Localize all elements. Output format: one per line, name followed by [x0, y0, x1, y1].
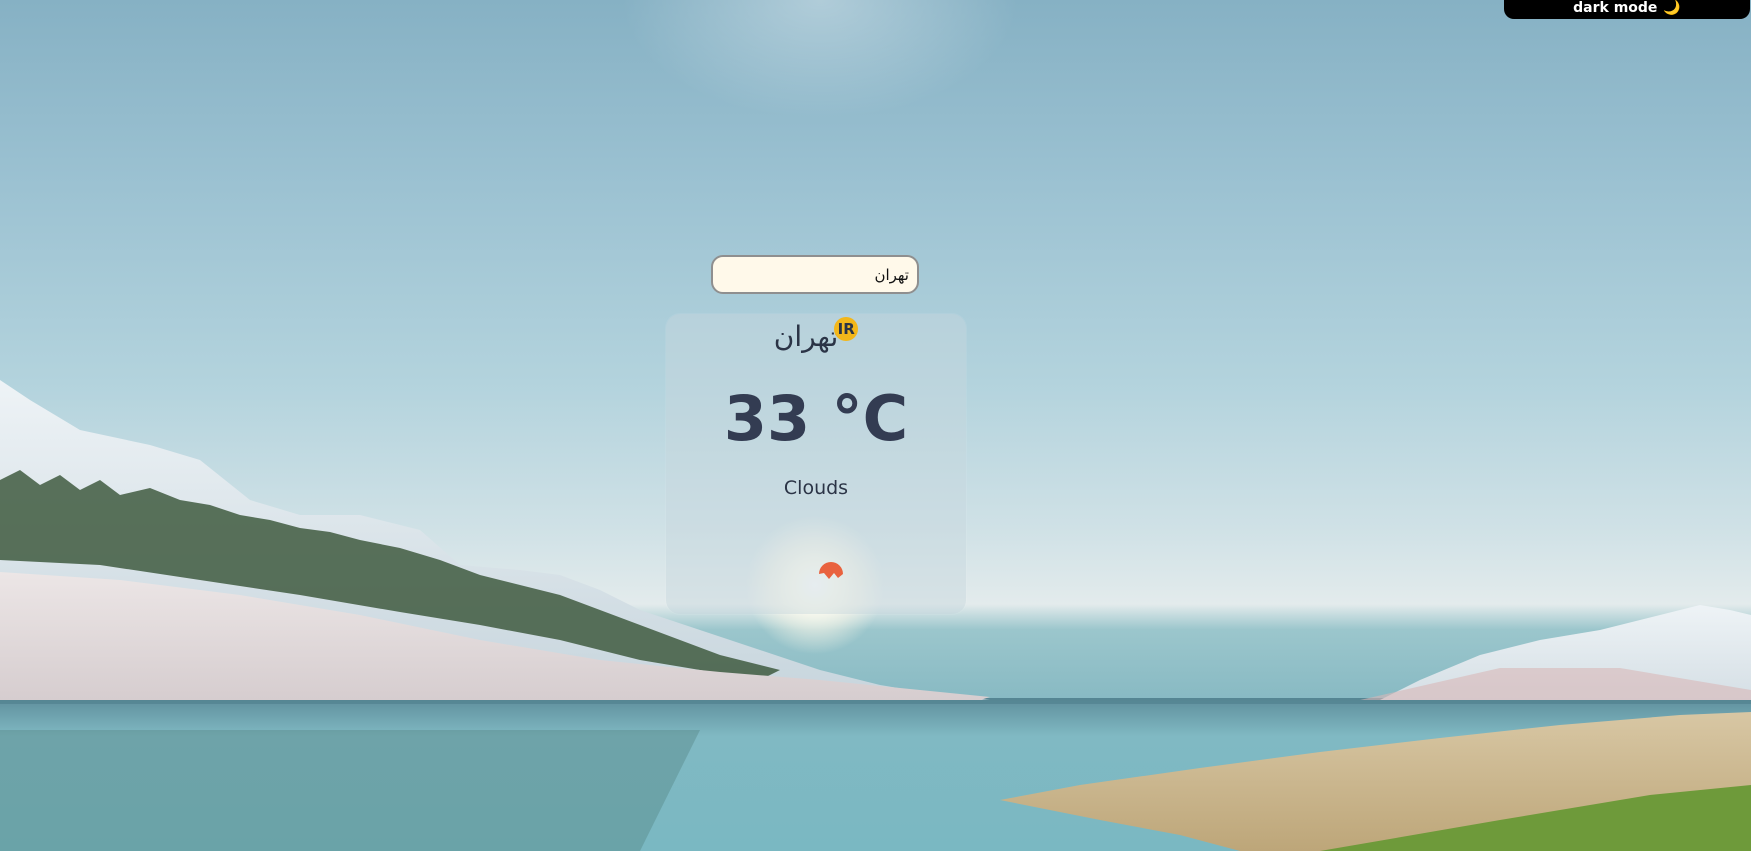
clouds-icon	[819, 562, 843, 579]
city-heading: تهرانIR	[666, 317, 966, 353]
temperature: 33 °C	[723, 382, 909, 455]
moon-icon: 🌙	[1663, 0, 1681, 16]
weather-description: Clouds	[783, 477, 849, 499]
country-badge: IR	[834, 317, 859, 341]
city-name: تهران	[773, 320, 839, 353]
dark-mode-toggle[interactable]: dark mode 🌙	[1504, 0, 1750, 19]
city-search-input[interactable]	[711, 255, 919, 294]
weather-card: تهرانIR 33 °C Clouds	[666, 314, 966, 614]
dark-mode-label: dark mode	[1573, 0, 1658, 16]
